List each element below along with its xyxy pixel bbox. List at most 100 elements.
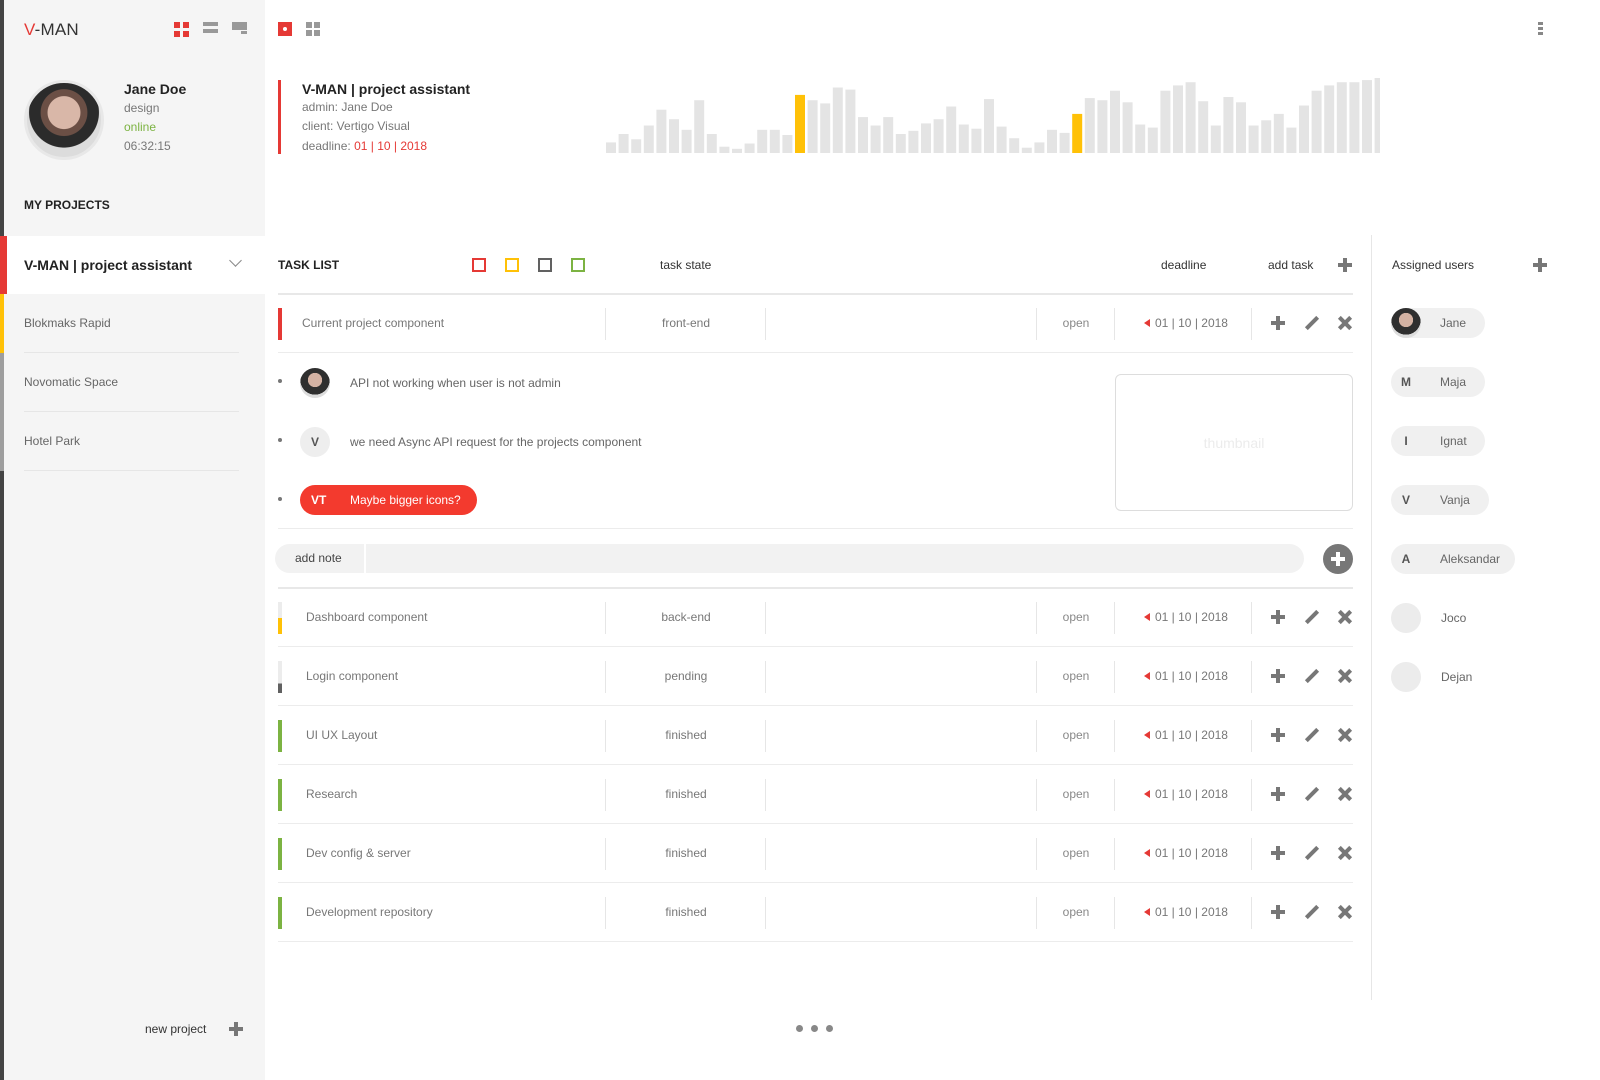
activity-bar [1336, 82, 1347, 153]
edit-icon[interactable] [1304, 728, 1318, 742]
task-state-marker [278, 602, 282, 634]
add-task-label[interactable]: add task [1268, 258, 1313, 272]
activity-bar [895, 134, 906, 153]
column-divider [1251, 308, 1252, 340]
filter-green-checkbox[interactable] [571, 258, 585, 272]
assigned-user-aleksandar[interactable]: A Aleksandar [1391, 544, 1515, 574]
user-name: Aleksandar [1440, 552, 1501, 566]
add-note-button[interactable] [1323, 544, 1353, 574]
new-project-label[interactable]: new project [145, 1022, 206, 1036]
task-type: finished [665, 905, 707, 919]
app-logo[interactable]: V-MAN [24, 20, 79, 40]
sidebar: V-MAN Jane Doe design online 06:32:15 MY… [4, 0, 265, 1080]
project-item-novomatic[interactable]: Novomatic Space [24, 353, 239, 412]
activity-bar [1009, 138, 1020, 153]
task-row[interactable]: Login component pending open 01 | 10 | 2018 [278, 647, 1353, 706]
delete-icon[interactable] [1338, 787, 1352, 801]
logo-suffix: -MAN [34, 20, 79, 39]
task-row[interactable]: Current project component front-end open 01… [278, 294, 1353, 353]
delete-icon[interactable] [1338, 316, 1352, 330]
assigned-user-vanja[interactable]: V Vanja [1391, 485, 1489, 515]
card-view-icon[interactable] [232, 22, 247, 37]
deadline-arrow-icon [1144, 672, 1150, 680]
task-state-marker [278, 779, 282, 811]
activity-bar [807, 100, 818, 153]
project-title: V-MAN | project assistant [302, 81, 471, 97]
assigned-user-ignat[interactable]: I Ignat [1391, 426, 1485, 456]
task-state-marker [278, 897, 282, 929]
edit-icon[interactable] [1304, 846, 1318, 860]
assigned-users-title: Assigned users [1392, 258, 1475, 272]
user-name: Dejan [1441, 670, 1473, 684]
filter-yellow-checkbox[interactable] [505, 258, 519, 272]
task-row[interactable]: Dev config & server finished open 01 | 10 |… [278, 824, 1353, 883]
add-user-plus-icon[interactable] [1533, 258, 1547, 272]
activity-bar [1160, 90, 1171, 153]
note-author-avatar[interactable] [300, 368, 330, 398]
list-view-icon[interactable] [203, 22, 218, 37]
assigned-user-maja[interactable]: M Maja [1391, 367, 1485, 397]
add-subtask-icon[interactable] [1271, 728, 1285, 742]
task-type: finished [665, 787, 707, 801]
column-divider [765, 602, 766, 634]
dashboard-grid-icon[interactable] [306, 22, 320, 36]
deadline-label: deadline: [302, 139, 351, 153]
column-divider [1251, 838, 1252, 870]
activity-bar [1135, 124, 1146, 153]
new-project-plus-icon[interactable] [229, 1022, 243, 1036]
chevron-down-icon[interactable] [229, 254, 242, 267]
activity-bar [732, 148, 742, 153]
pagination-more-icon[interactable] [796, 1025, 833, 1032]
project-item-hotel-park[interactable]: Hotel Park [24, 412, 239, 471]
project-item-active[interactable]: V-MAN | project assistant [4, 236, 265, 294]
edit-icon[interactable] [1304, 610, 1318, 624]
task-row[interactable]: Research finished open 01 | 10 | 2018 [278, 765, 1353, 824]
activity-bar [744, 143, 755, 153]
task-state-header[interactable]: task state [660, 258, 711, 272]
task-row[interactable]: UI UX Layout finished open 01 | 10 | 2018 [278, 706, 1353, 765]
thumbnail-placeholder[interactable]: thumbnail [1115, 374, 1353, 511]
delete-icon[interactable] [1338, 905, 1352, 919]
activity-bar [782, 135, 793, 153]
column-divider [765, 308, 766, 340]
task-state-marker [278, 661, 282, 693]
filter-gray-checkbox[interactable] [538, 258, 552, 272]
record-icon[interactable] [278, 22, 292, 36]
column-divider [765, 720, 766, 752]
logo-prefix: V [24, 20, 35, 39]
activity-bar [1261, 120, 1272, 153]
note-author-avatar[interactable]: V [300, 427, 330, 457]
edit-icon[interactable] [1304, 905, 1318, 919]
add-subtask-icon[interactable] [1271, 669, 1285, 683]
task-row[interactable]: Development repository finished open 01 | 1… [278, 883, 1353, 942]
grid-view-icon[interactable] [174, 22, 189, 37]
project-item-blokmaks[interactable]: Blokmaks Rapid [24, 294, 239, 353]
add-task-plus-icon[interactable] [1338, 258, 1352, 272]
add-subtask-icon[interactable] [1271, 905, 1285, 919]
add-subtask-icon[interactable] [1271, 787, 1285, 801]
task-deadline-value: 01 | 10 | 2018 [1155, 316, 1228, 330]
add-note-input[interactable]: add note [275, 544, 1304, 573]
task-row[interactable]: Dashboard component back-end open 01 | 10 |… [278, 588, 1353, 647]
task-deadline-value: 01 | 10 | 2018 [1155, 787, 1228, 801]
delete-icon[interactable] [1338, 846, 1352, 860]
deadline-header[interactable]: deadline [1161, 258, 1206, 272]
edit-icon[interactable] [1304, 669, 1318, 683]
delete-icon[interactable] [1338, 669, 1352, 683]
task-state-marker [278, 308, 282, 340]
delete-icon[interactable] [1338, 728, 1352, 742]
edit-icon[interactable] [1304, 316, 1318, 330]
more-menu-icon[interactable] [1538, 22, 1543, 36]
highlighted-note[interactable]: VT Maybe bigger icons? [300, 485, 477, 515]
add-subtask-icon[interactable] [1271, 846, 1285, 860]
add-subtask-icon[interactable] [1271, 610, 1285, 624]
assigned-user-jane[interactable]: Jane [1391, 308, 1485, 338]
task-deadline-value: 01 | 10 | 2018 [1155, 905, 1228, 919]
delete-icon[interactable] [1338, 610, 1352, 624]
add-subtask-icon[interactable] [1271, 316, 1285, 330]
activity-bar [1374, 78, 1380, 153]
filter-red-checkbox[interactable] [472, 258, 486, 272]
activity-bar [1324, 85, 1335, 153]
user-avatar[interactable] [24, 80, 104, 160]
edit-icon[interactable] [1304, 787, 1318, 801]
